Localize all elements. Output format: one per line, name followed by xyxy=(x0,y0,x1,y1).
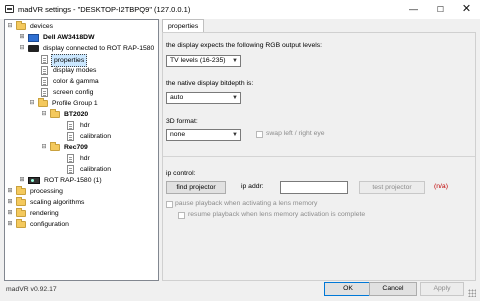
document-icon xyxy=(41,66,48,75)
document-icon xyxy=(41,77,48,86)
collapse-icon[interactable]: ⊟ xyxy=(41,111,47,117)
version-label: madVR v0.92.17 xyxy=(6,286,57,293)
folder-icon xyxy=(50,109,60,118)
title-bar: madVR settings - "DESKTOP-I2TBPQ9" (127.… xyxy=(0,0,480,19)
bitdepth-select[interactable]: auto ▼ xyxy=(166,92,241,104)
divider xyxy=(163,156,475,157)
collapse-icon[interactable]: ⊟ xyxy=(29,100,35,106)
maximize-button[interactable]: ☐ xyxy=(427,0,454,19)
expand-icon[interactable]: ⊞ xyxy=(7,221,13,227)
expand-icon[interactable]: ⊞ xyxy=(7,188,13,194)
close-button[interactable]: ✕ xyxy=(453,0,480,19)
find-projector-button[interactable]: find projector xyxy=(166,181,226,194)
chevron-down-icon: ▼ xyxy=(232,132,238,138)
folder-icon xyxy=(16,208,26,217)
folder-icon xyxy=(16,219,26,228)
apply-button[interactable]: Apply xyxy=(420,282,464,296)
collapse-icon[interactable]: ⊟ xyxy=(19,45,25,51)
ip-control-label: ip control: xyxy=(166,170,196,177)
chevron-down-icon: ▼ xyxy=(232,58,238,64)
document-icon xyxy=(67,154,74,163)
document-icon xyxy=(67,132,74,141)
pause-playback-checkbox[interactable] xyxy=(166,201,173,208)
folder-icon xyxy=(16,21,26,30)
resume-playback-label: resume playback when lens memory activat… xyxy=(188,211,366,218)
document-icon xyxy=(41,55,48,64)
expand-icon[interactable]: ⊞ xyxy=(19,34,25,40)
pause-playback-label: pause playback when activating a lens me… xyxy=(175,200,318,207)
ip-addr-label: ip addr: xyxy=(241,183,264,190)
rgb-levels-label: the display expects the following RGB ou… xyxy=(166,42,323,49)
swap-eye-checkbox[interactable] xyxy=(256,131,263,138)
app-icon xyxy=(5,5,14,13)
collapse-icon[interactable]: ⊟ xyxy=(7,23,13,29)
expand-icon[interactable]: ⊞ xyxy=(19,177,25,183)
ip-addr-input[interactable] xyxy=(280,181,348,194)
document-icon xyxy=(67,121,74,130)
folder-icon xyxy=(16,197,26,206)
test-projector-button[interactable]: test projector xyxy=(359,181,425,194)
settings-tree[interactable]: ⊟ devices ⊞ Dell AW3418DW ⊟ display conn… xyxy=(4,19,159,281)
folder-icon xyxy=(38,98,48,107)
window-title: madVR settings - "DESKTOP-I2TBPQ9" (127.… xyxy=(18,5,191,14)
swap-eye-label: swap left / right eye xyxy=(266,130,325,137)
properties-panel: the display expects the following RGB ou… xyxy=(162,32,476,281)
folder-icon xyxy=(50,142,60,151)
collapse-icon[interactable]: ⊟ xyxy=(41,144,47,150)
document-icon xyxy=(41,88,48,97)
resume-playback-checkbox[interactable] xyxy=(178,212,185,219)
minimize-button[interactable]: — xyxy=(400,0,427,19)
format-3d-select[interactable]: none ▼ xyxy=(166,129,241,141)
cancel-button[interactable]: Cancel xyxy=(369,282,417,296)
chevron-down-icon: ▼ xyxy=(232,95,238,101)
projector-icon xyxy=(28,177,40,184)
tab-strip: properties xyxy=(162,19,476,33)
format-3d-label: 3D format: xyxy=(166,118,198,125)
expand-icon[interactable]: ⊞ xyxy=(7,210,13,216)
bitdepth-label: the native display bitdepth is: xyxy=(166,80,254,87)
document-icon xyxy=(67,165,74,174)
monitor-icon xyxy=(28,34,39,42)
folder-icon xyxy=(16,186,26,195)
ok-button[interactable]: OK xyxy=(324,282,372,296)
resize-grip-icon[interactable] xyxy=(468,289,476,297)
expand-icon[interactable]: ⊞ xyxy=(7,199,13,205)
rgb-levels-select[interactable]: TV levels (16-235) ▼ xyxy=(166,55,241,67)
status-na-label: (n/a) xyxy=(434,183,448,190)
tab-properties[interactable]: properties xyxy=(162,19,205,33)
display-device-icon xyxy=(28,45,39,52)
